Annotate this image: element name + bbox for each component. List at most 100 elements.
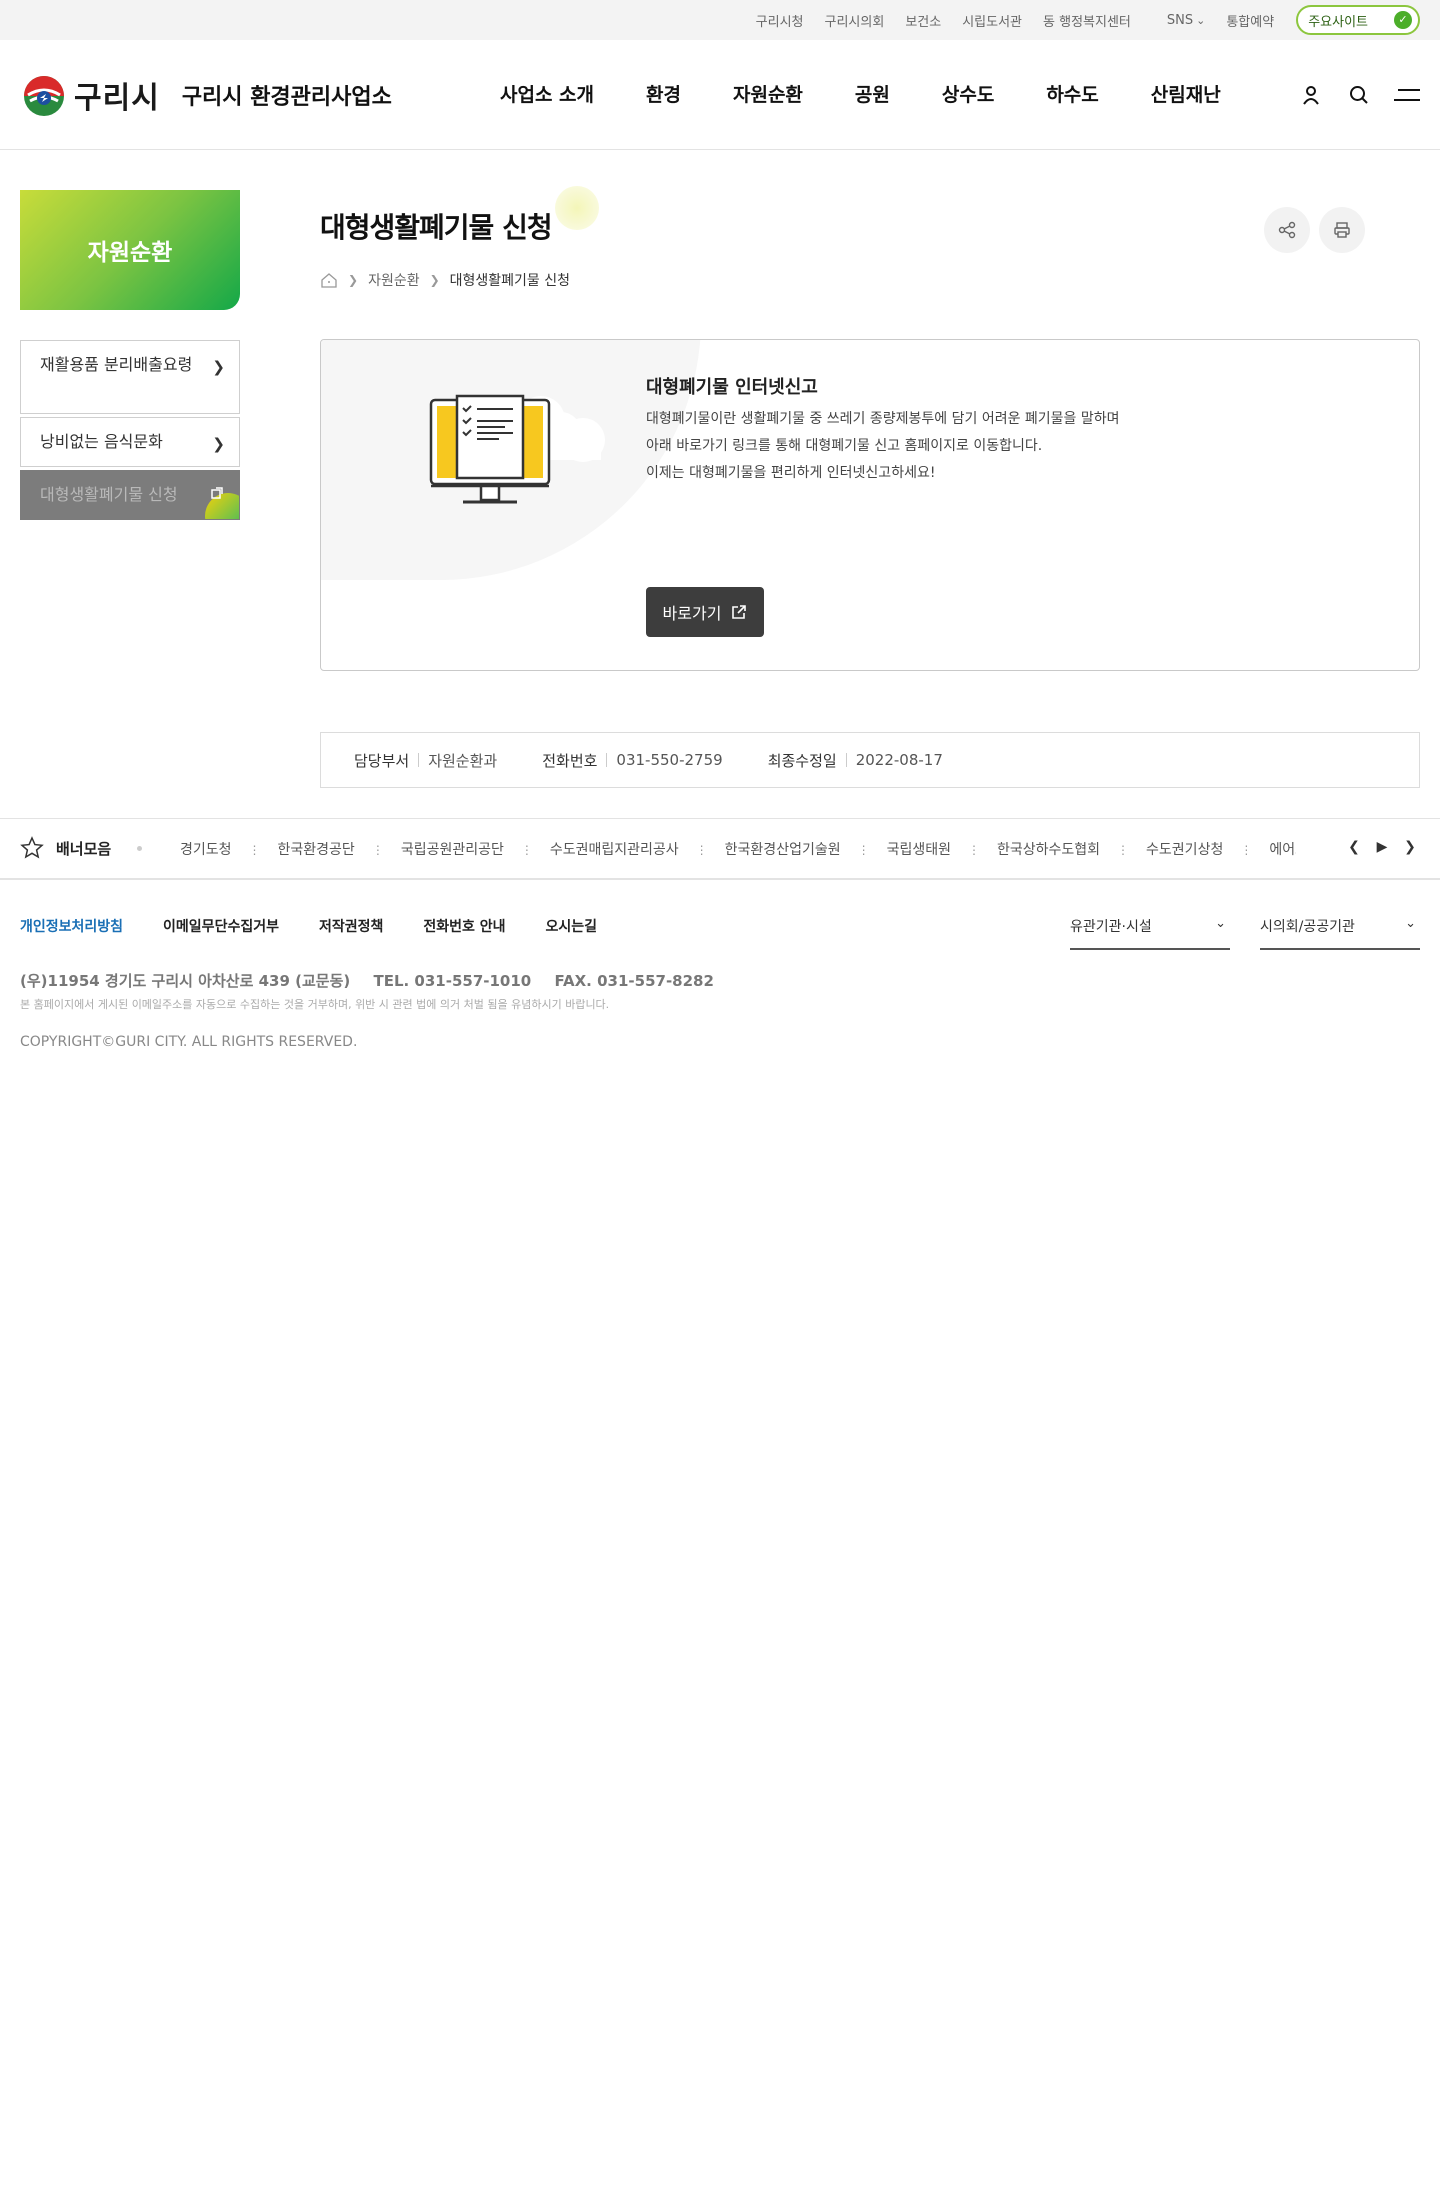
util-link-health[interactable]: 보건소 [905, 11, 941, 30]
sidebar-item-label: 대형생활폐기물 신청 [40, 485, 178, 504]
page-meta: 담당부서 자원순환과 전화번호 031-550-2759 최종수정일 2022-… [320, 732, 1420, 788]
meta-phone-value: 031-550-2759 [616, 751, 723, 769]
breadcrumb-item[interactable]: 자원순환 [368, 270, 420, 290]
play-icon[interactable]: ▶ [1372, 839, 1392, 855]
meta-phone-label: 전화번호 [542, 751, 598, 770]
header: 구리시 구리시 환경관리사업소 사업소 소개 환경 자원순환 공원 상수도 하수… [0, 40, 1440, 150]
tel-text: TEL. 031-557-1010 [373, 972, 532, 990]
fax-text: FAX. 031-557-8282 [554, 972, 714, 990]
banner-separator: ⋮ [1117, 843, 1130, 857]
title-decoration [555, 186, 599, 230]
banner-item[interactable]: 한국환경산업기술원 [725, 839, 841, 859]
home-icon[interactable] [320, 272, 338, 288]
nav-item-recycling[interactable]: 자원순환 [733, 80, 803, 107]
footer-link-directions[interactable]: 오시는길 [546, 916, 598, 936]
banner-item[interactable]: 한국환경공단 [278, 839, 355, 859]
address-text: (우)11954 경기도 구리시 아차산로 439 (교문동) [20, 972, 351, 990]
go-shortcut-button[interactable]: 바로가기 [646, 587, 764, 637]
star-icon [20, 836, 44, 859]
banner-item[interactable]: 에어코리아 [1269, 839, 1296, 859]
print-button[interactable] [1319, 207, 1365, 253]
sidebar-item-label: 낭비없는 음식문화 [40, 432, 163, 451]
go-button-label: 바로가기 [662, 604, 722, 623]
logo[interactable]: 구리시 구리시 환경관리사업소 [20, 73, 392, 117]
sidebar-item-label: 재활용품 분리배출요령 [40, 355, 193, 374]
nav-item-parks[interactable]: 공원 [855, 80, 890, 107]
share-button[interactable] [1264, 207, 1310, 253]
sidebar-item-recycling-guide[interactable]: 재활용품 분리배출요령 ❯ [20, 340, 240, 414]
print-icon [1334, 222, 1350, 238]
banner-separator: ⋮ [857, 843, 870, 857]
banner-list: 경기도청 ⋮ 한국환경공단 ⋮ 국립공원관리공단 ⋮ 수도권매립지관리공사 ⋮ 한국환경산업기술… [180, 839, 1296, 859]
banner-item[interactable]: 수도권매립지관리공사 [550, 839, 679, 859]
meta-divider [418, 753, 420, 767]
card-description: 대형폐기물이란 생활폐기물 중 쓰레기 종량제봉투에 담기 어려운 폐기물을 말… [646, 406, 1120, 487]
sidebar-item-food-culture[interactable]: 낭비없는 음식문화 ❯ [20, 417, 240, 467]
banner-heading: 배너모음 [20, 836, 143, 860]
external-link-icon [732, 605, 747, 619]
check-icon: ✓ [1394, 11, 1412, 29]
logo-city-name: 구리시 [74, 81, 160, 116]
banner-separator: ⋮ [695, 843, 708, 857]
external-link-icon [211, 487, 223, 499]
utility-bar: 구리시청 구리시의회 보건소 시립도서관 동 행정복지센터 SNS ⌄ 통합예약… [0, 0, 1440, 40]
banner-item[interactable]: 한국상하수도협회 [997, 839, 1100, 859]
banner-separator: ⋮ [968, 843, 980, 857]
banner-item[interactable]: 경기도청 [180, 839, 232, 859]
footer-link-email-refusal[interactable]: 이메일무단수집거부 [163, 916, 279, 936]
nav-item-environment[interactable]: 환경 [646, 80, 681, 107]
search-icon[interactable] [1346, 82, 1372, 108]
chevron-down-icon: ⌄ [1405, 916, 1416, 931]
nav-item-sewage[interactable]: 하수도 [1046, 80, 1098, 107]
user-icon[interactable] [1298, 82, 1324, 108]
breadcrumb: ❯ 자원순환 ❯ 대형생활폐기물 신청 [320, 270, 570, 290]
select-value: 유관기관·시설 [1070, 919, 1152, 935]
main-sites-button[interactable]: 주요사이트 ✓ [1296, 5, 1420, 35]
util-link-library[interactable]: 시립도서관 [962, 11, 1022, 30]
sns-dropdown[interactable]: SNS ⌄ [1167, 13, 1205, 28]
footer-links: 개인정보처리방침 이메일무단수집거부 저작권정책 전화번호 안내 오시는길 [20, 916, 637, 936]
meta-dept-value: 자원순환과 [428, 751, 498, 770]
util-link-community-center[interactable]: 동 행정복지센터 [1043, 11, 1131, 30]
util-link-reservation[interactable]: 통합예약 [1226, 11, 1274, 30]
footer-link-copyright[interactable]: 저작권정책 [319, 916, 383, 936]
site-title: 구리시 환경관리사업소 [181, 85, 392, 110]
nav-item-about[interactable]: 사업소 소개 [500, 80, 594, 107]
nav-item-forest-disaster[interactable]: 산림재난 [1151, 80, 1221, 107]
banner-controls: ❮ ▶ ❯ [1336, 839, 1420, 855]
chevron-left-icon[interactable]: ❮ [1344, 839, 1364, 855]
meta-updated-label: 최종수정일 [767, 751, 837, 770]
banner-strip: 배너모음 경기도청 ⋮ 한국환경공단 ⋮ 국립공원관리공단 ⋮ 수도권매립지관리공사 ⋮ 한국환… [0, 818, 1440, 880]
chevron-right-icon[interactable]: ❯ [1400, 839, 1420, 855]
banner-item[interactable]: 국립공원관리공단 [401, 839, 504, 859]
util-link-council[interactable]: 구리시의회 [825, 11, 885, 30]
footer-copyright: COPYRIGHT©GURI CITY. ALL RIGHTS RESERVED… [20, 1034, 358, 1050]
footer-notice: 본 홈페이지에서 게시된 이메일주소를 자동으로 수집하는 것을 거부하며, 위… [20, 998, 610, 1011]
meta-dept-label: 담당부서 [354, 751, 410, 770]
breadcrumb-separator: ❯ [348, 273, 359, 287]
menu-icon[interactable] [1394, 82, 1420, 108]
footer-link-privacy[interactable]: 개인정보처리방침 [20, 916, 123, 936]
related-facilities-select[interactable]: 유관기관·시설 ⌄ [1070, 906, 1230, 950]
chevron-down-icon: ⌄ [1215, 916, 1226, 931]
sidebar-item-bulky-waste[interactable]: 대형생활폐기물 신청 [20, 470, 240, 520]
nav-item-water-supply[interactable]: 상수도 [942, 80, 994, 107]
share-icon [1278, 221, 1296, 239]
council-agencies-select[interactable]: 시의회/공공기관 ⌄ [1260, 906, 1420, 950]
main-sites-label: 주요사이트 [1308, 14, 1368, 30]
breadcrumb-current: 대형생활폐기물 신청 [449, 273, 571, 289]
card-line: 아래 바로가기 링크를 통해 대형폐기물 신고 홈페이지로 이동합니다. [646, 438, 1043, 454]
util-link-cityhall[interactable]: 구리시청 [756, 11, 804, 30]
footer-link-phone[interactable]: 전화번호 안내 [423, 916, 505, 936]
card-title: 대형폐기물 인터넷신고 [646, 377, 818, 398]
banner-separator: ⋮ [1240, 843, 1253, 857]
sns-label: SNS [1166, 12, 1194, 28]
banner-item[interactable]: 수도권기상청 [1146, 839, 1223, 859]
chevron-right-icon: ❯ [212, 435, 225, 453]
utility-links: 구리시청 구리시의회 보건소 시립도서관 동 행정복지센터 SNS ⌄ 통합예약… [735, 5, 1420, 35]
header-icons [1276, 82, 1420, 108]
select-value: 시의회/공공기관 [1260, 919, 1355, 935]
banner-dot [137, 845, 143, 851]
monitor-checklist-illustration [429, 394, 605, 504]
banner-item[interactable]: 국립생태원 [887, 839, 951, 859]
